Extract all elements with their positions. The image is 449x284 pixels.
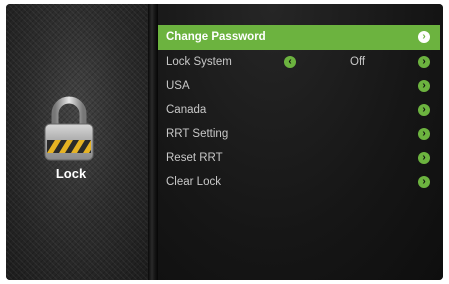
chevron-right-icon: › <box>418 80 430 92</box>
chevron-right-icon: › <box>418 128 430 140</box>
menu-item-label: Canada <box>166 104 207 116</box>
menu-item-canada[interactable]: Canada › <box>158 98 440 122</box>
side-panel-title: Lock <box>55 166 87 181</box>
menu-item-label: USA <box>166 80 190 92</box>
menu-item-change-password[interactable]: Change Password › <box>158 25 440 50</box>
lock-system-value: Off <box>350 56 366 68</box>
menu-item-clear-lock[interactable]: Clear Lock › <box>158 170 440 194</box>
chevron-left-icon[interactable]: ‹ <box>284 56 296 68</box>
chevron-right-icon: › <box>418 31 430 43</box>
menu-item-label: Change Password <box>166 31 266 43</box>
menu-item-label: Lock System <box>166 56 232 68</box>
lock-menu: Change Password › Lock System ‹ Off › US… <box>158 25 440 194</box>
menu-item-label: RRT Setting <box>166 128 229 140</box>
chevron-right-icon[interactable]: › <box>418 56 430 68</box>
menu-item-lock-system[interactable]: Lock System ‹ Off › <box>158 50 440 74</box>
menu-item-usa[interactable]: USA › <box>158 74 440 98</box>
panel-divider <box>148 4 158 280</box>
padlock-icon <box>44 96 94 161</box>
menu-item-label: Clear Lock <box>166 176 221 188</box>
menu-item-rrt-setting[interactable]: RRT Setting › <box>158 122 440 146</box>
menu-item-reset-rrt[interactable]: Reset RRT › <box>158 146 440 170</box>
chevron-right-icon: › <box>418 104 430 116</box>
menu-item-label: Reset RRT <box>166 152 223 164</box>
chevron-right-icon: › <box>418 152 430 164</box>
chevron-right-icon: › <box>418 176 430 188</box>
